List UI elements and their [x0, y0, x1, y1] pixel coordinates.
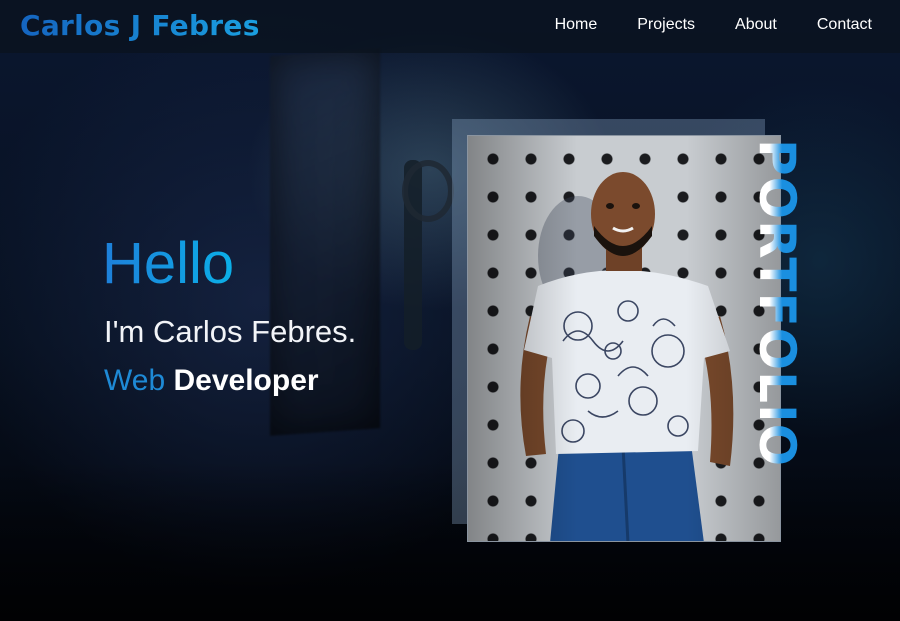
hero-role: Web Developer [104, 364, 319, 398]
hero-intro: I'm Carlos Febres. [104, 314, 357, 349]
portfolio-vertical-title: PORTFOLIO [748, 139, 806, 468]
nav-home-link[interactable]: Home [555, 16, 598, 34]
main-nav: Home Projects About Contact [555, 16, 872, 34]
hero-greeting: Hello [102, 231, 235, 296]
hero-role-title: Developer [173, 364, 319, 397]
nav-about-link[interactable]: About [735, 16, 777, 34]
nav-projects-link[interactable]: Projects [637, 16, 695, 34]
nav-contact-link[interactable]: Contact [817, 16, 872, 34]
background-stand-ring [402, 160, 454, 222]
profile-photo [467, 135, 781, 542]
brand-logo[interactable]: Carlos J Febres [20, 9, 260, 42]
photo-shading [468, 136, 780, 541]
hero-role-prefix: Web [104, 364, 166, 397]
site-header: Carlos J Febres Home Projects About Cont… [0, 0, 900, 53]
